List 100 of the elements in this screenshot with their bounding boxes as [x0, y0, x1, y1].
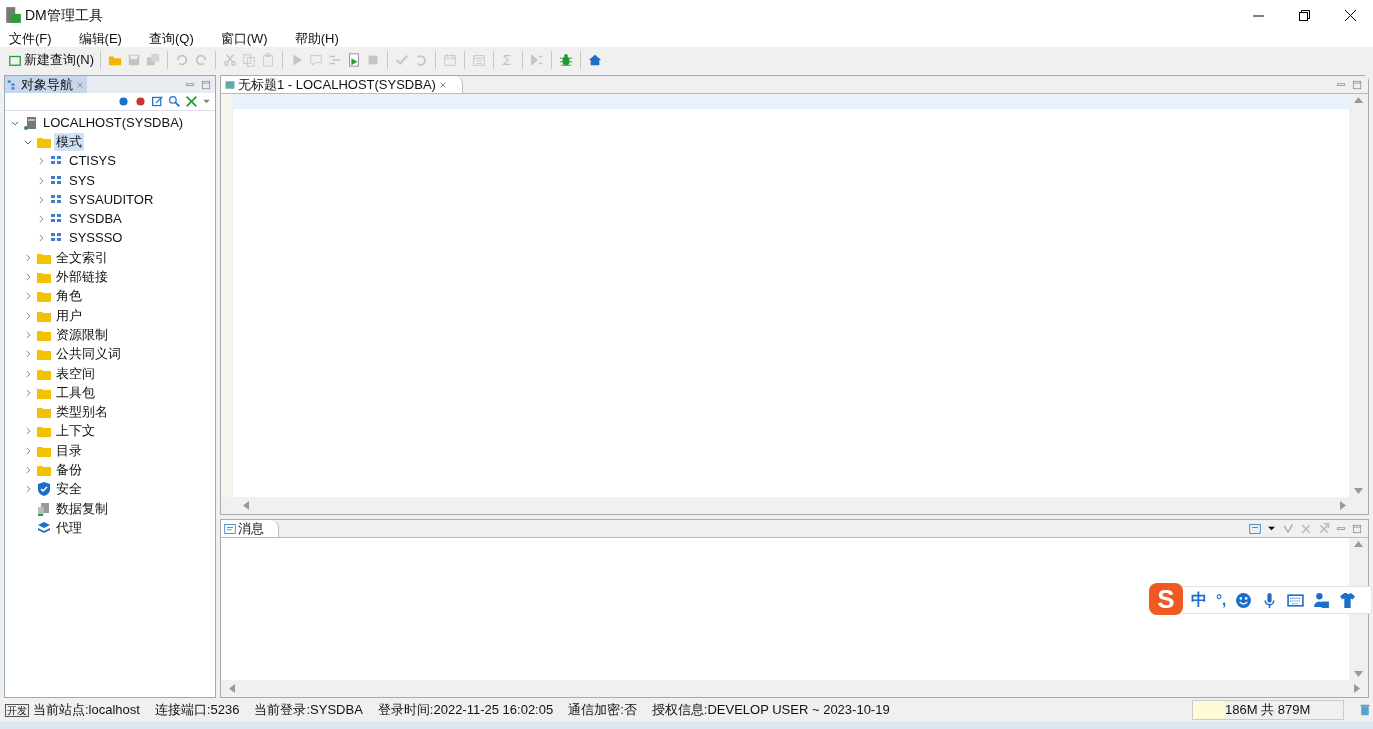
layers-icon	[36, 519, 52, 536]
chevron-right-icon[interactable]	[23, 252, 33, 263]
tree-item[interactable]: CTISYS	[67, 152, 118, 171]
status-text: 当前登录:SYSDBA	[254, 701, 363, 720]
chevron-right-icon[interactable]	[23, 329, 33, 340]
new-query-icon	[8, 53, 22, 67]
scroll-right-icon[interactable]	[1354, 684, 1360, 693]
tree-item[interactable]: 用户	[54, 306, 84, 325]
chevron-right-icon[interactable]	[23, 484, 33, 495]
smiley-icon	[1235, 591, 1253, 609]
editor-tab[interactable]: 无标题1 - LOCALHOST(SYSDBA)	[221, 76, 463, 93]
expand-icon	[185, 95, 198, 108]
server-icon	[23, 114, 39, 131]
chevron-right-icon[interactable]	[36, 194, 46, 205]
tree-item[interactable]: 代理	[54, 518, 84, 537]
chevron-right-icon[interactable]	[23, 291, 33, 302]
memory-meter[interactable]: 186M 共 879M	[1192, 700, 1344, 720]
chevron-right-icon[interactable]	[23, 368, 33, 379]
menu-item[interactable]: 窗口(W)	[214, 30, 274, 47]
tree-item[interactable]: 工具包	[54, 383, 97, 402]
tree-item[interactable]: SYSAUDITOR	[67, 190, 156, 209]
scroll-left-icon[interactable]	[243, 501, 249, 510]
disconnect-icon	[134, 95, 147, 108]
horizontal-scrollbar[interactable]	[221, 680, 1368, 697]
scroll-down-icon[interactable]	[1354, 671, 1363, 677]
tree-item[interactable]: 全文索引	[54, 248, 110, 267]
close-icon	[75, 79, 85, 90]
chevron-right-icon[interactable]	[23, 349, 33, 360]
app-icon	[4, 6, 22, 24]
trash-icon	[1359, 704, 1371, 716]
window-title: DM管理工具	[25, 5, 103, 25]
tree-item[interactable]: 资源限制	[54, 325, 110, 344]
tree-item[interactable]: 目录	[54, 441, 84, 460]
edit-icon	[151, 95, 164, 108]
navigator-tab[interactable]: 对象导航	[5, 76, 87, 93]
chevron-right-icon[interactable]	[23, 426, 33, 437]
horizontal-scrollbar[interactable]	[221, 497, 1368, 514]
dropdown-icon	[1267, 524, 1276, 533]
tree-item[interactable]: 公共同义词	[54, 345, 123, 364]
tree-item[interactable]: 安全	[54, 480, 84, 499]
messages-tab[interactable]: 消息	[221, 520, 279, 537]
replication-icon	[36, 500, 52, 517]
search-icon	[168, 95, 181, 108]
user-icon	[1313, 591, 1331, 609]
tree-item[interactable]: SYSSSO	[67, 229, 125, 248]
tree-item[interactable]: 数据复制	[54, 499, 110, 518]
console-icon	[224, 522, 236, 535]
chevron-right-icon[interactable]	[36, 156, 46, 167]
status-text: 当前站点:localhost	[33, 701, 140, 720]
tree-item[interactable]: 外部链接	[54, 268, 110, 286]
memory-text: 186M 共 879M	[1225, 701, 1311, 720]
chevron-right-icon[interactable]	[23, 310, 33, 321]
console-icon	[1249, 522, 1261, 535]
scroll-right-icon[interactable]	[1340, 501, 1346, 510]
chevron-right-icon[interactable]	[23, 445, 33, 456]
chevron-right-icon[interactable]	[23, 465, 33, 475]
chevron-right-icon[interactable]	[23, 387, 33, 398]
ime-mode[interactable]: 中	[1191, 588, 1207, 612]
menu-item[interactable]: 帮助(H)	[288, 30, 345, 47]
tree-item[interactable]: SYSDBA	[67, 210, 124, 229]
tree-item[interactable]: 备份	[54, 461, 84, 479]
new-query-button[interactable]: 新建查询(N)	[8, 50, 95, 70]
tree-item[interactable]: 表空间	[54, 364, 97, 383]
chevron-right-icon[interactable]	[36, 233, 46, 244]
menu-item[interactable]: 文件(F)	[3, 30, 58, 47]
mode-badge: 开发	[5, 703, 29, 717]
tree-item[interactable]: 模式	[54, 132, 84, 151]
menu-item[interactable]: 编辑(E)	[72, 30, 128, 47]
status-text: 通信加密:否	[568, 701, 637, 720]
tree-item[interactable]: 上下文	[54, 422, 97, 441]
tree-item[interactable]: 角色	[54, 287, 84, 306]
punctuation-toggle[interactable]: °,	[1216, 588, 1227, 612]
chevron-right-icon[interactable]	[23, 272, 33, 282]
bug-button[interactable]	[558, 52, 575, 68]
keyboard-icon	[1287, 591, 1305, 609]
tshirt-icon	[1339, 591, 1357, 609]
close-icon	[437, 79, 448, 90]
status-text: 连接端口:5236	[154, 701, 240, 720]
connect-icon	[117, 95, 130, 108]
status-text: 授权信息:DEVELOP USER ~ 2023-10-19	[651, 701, 890, 720]
maximize-icon	[1352, 523, 1362, 534]
scroll-up-icon[interactable]	[1354, 97, 1363, 103]
scroll-left-icon[interactable]	[229, 684, 235, 693]
maximize-icon	[201, 79, 211, 90]
sql-file-icon	[224, 78, 236, 91]
tree-item[interactable]: 类型别名	[54, 403, 110, 422]
shield-icon	[36, 481, 52, 498]
close-icon	[1344, 9, 1356, 21]
chevron-right-icon[interactable]	[36, 175, 46, 186]
vertical-scrollbar[interactable]	[1349, 94, 1368, 497]
scroll-up-icon[interactable]	[1354, 541, 1363, 547]
home-button[interactable]	[587, 52, 604, 68]
scroll-down-icon[interactable]	[1354, 488, 1363, 494]
restore-icon	[1298, 9, 1310, 21]
menu-item[interactable]: 查询(Q)	[142, 30, 200, 47]
tree-item[interactable]: LOCALHOST(SYSDBA)	[41, 113, 186, 132]
maximize-icon	[1352, 79, 1362, 90]
tree-item[interactable]: SYS	[67, 171, 97, 190]
chevron-right-icon[interactable]	[36, 214, 46, 225]
dropdown-icon	[202, 97, 211, 106]
